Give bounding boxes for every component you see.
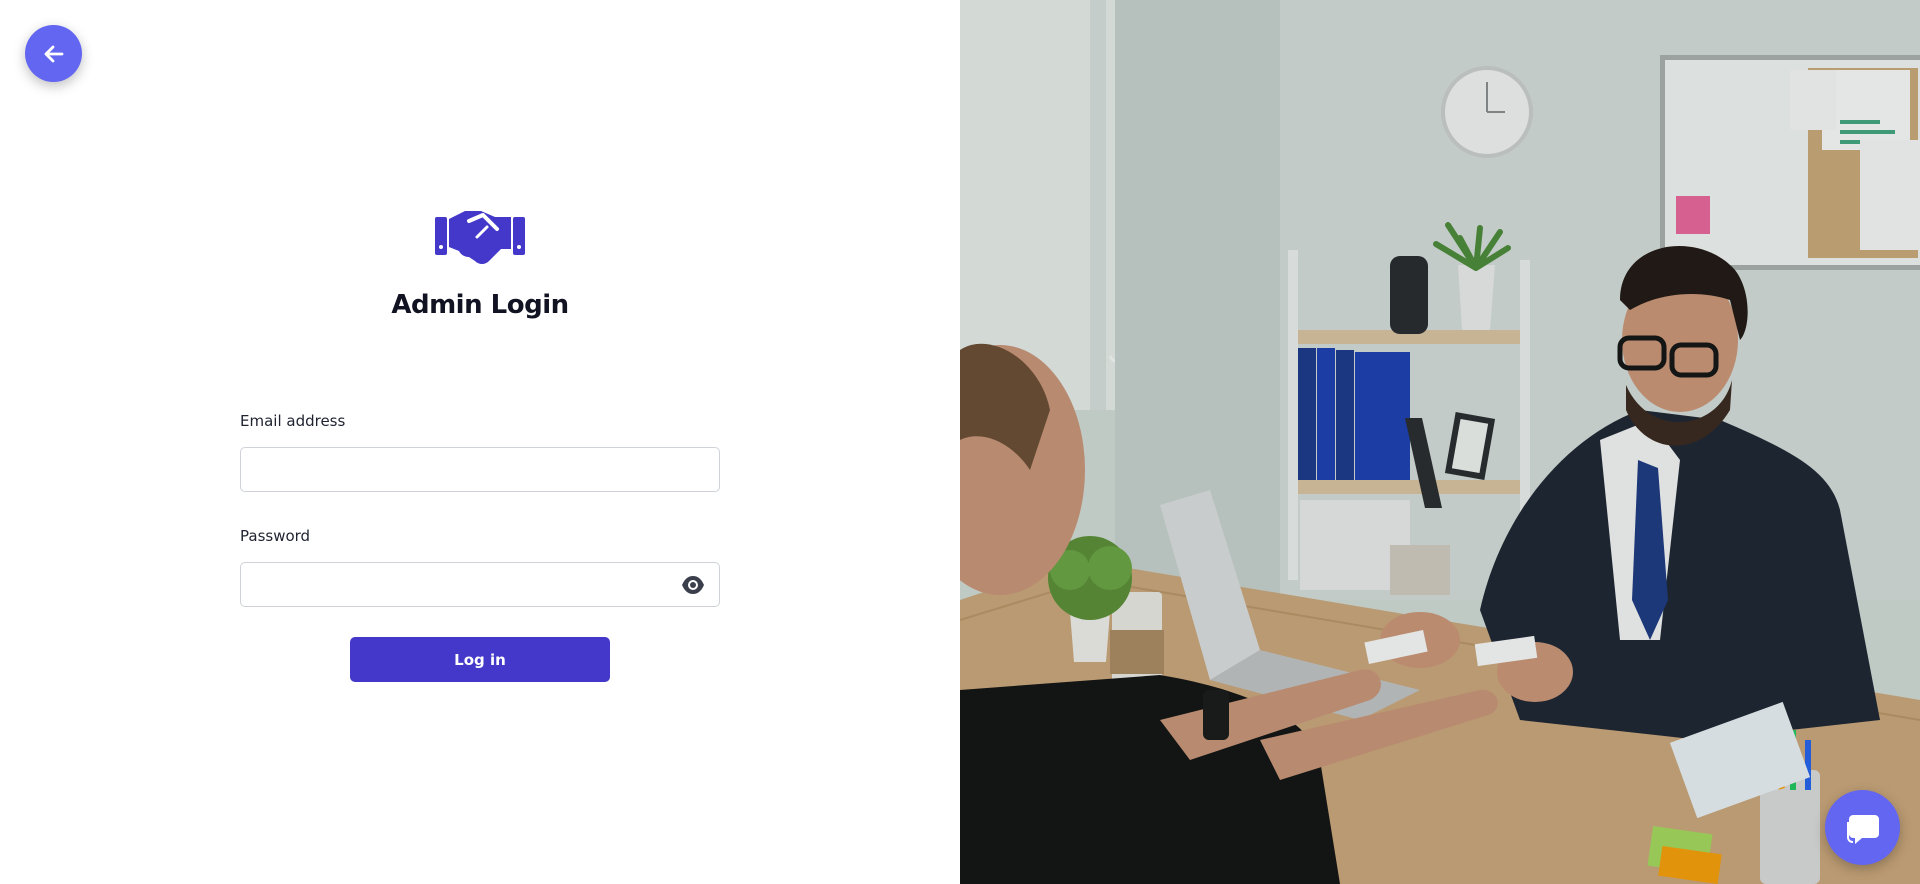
chat-bubble-icon (1846, 814, 1879, 844)
email-label: Email address (240, 412, 346, 430)
hero-image (960, 0, 1920, 884)
chat-button[interactable] (1825, 790, 1900, 865)
login-button[interactable]: Log in (350, 637, 610, 682)
handshake-icon (435, 211, 525, 264)
email-field[interactable] (240, 447, 720, 492)
password-field[interactable] (240, 562, 720, 607)
login-panel: Admin Login Email address Password Log i… (0, 0, 960, 884)
page-title: Admin Login (391, 290, 569, 320)
eye-icon (682, 576, 704, 594)
password-label: Password (240, 527, 311, 545)
back-button[interactable] (25, 25, 82, 82)
arrow-left-icon (44, 45, 63, 62)
show-password-toggle[interactable] (681, 574, 705, 596)
office-photo (960, 0, 1920, 884)
login-page: Admin Login Email address Password Log i… (0, 0, 1920, 884)
